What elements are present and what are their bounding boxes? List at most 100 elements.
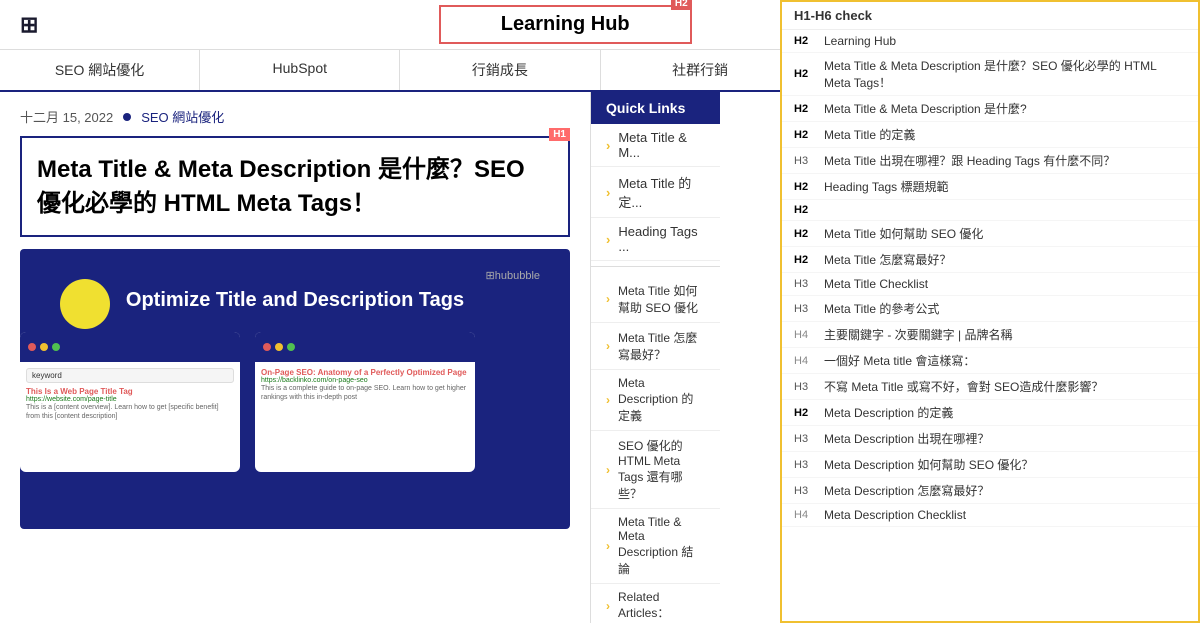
article-title: Meta Title & Meta Description 是什麼？SEO 優化… [37,153,553,220]
quick-link-arrow: › [606,138,610,153]
quick-links-header: Quick Links [591,92,720,124]
image-cards: keyword This Is a Web Page Title Tag htt… [20,332,570,472]
main-link-item[interactable]: › Meta Description 的定義 [591,370,720,431]
card-header-1 [20,332,240,362]
logo: ⊞ [20,12,38,38]
main-link-arrow: › [606,539,610,553]
nav-item[interactable]: HubSpot [200,50,400,90]
article-title-wrap: H1 Meta Title & Meta Description 是什麼？SEO… [20,136,570,237]
h-check-row: H3Meta Title 的參考公式 [782,296,1198,322]
h-tag: H3 [794,485,824,497]
main-link-text: Related Articles： [618,590,705,621]
card-dot2-yellow [275,343,283,351]
h-tag: H2 [794,228,824,240]
h-check-row: H4主要關鍵字 - 次要關鍵字 | 品牌名稱 [782,322,1198,348]
h-check-row: H2Heading Tags 標題規範 [782,174,1198,200]
h-text: Meta Title 的參考公式 [824,300,1186,317]
h-check-row: H3Meta Title 出現在哪裡？跟 Heading Tags 有什麼不同？ [782,148,1198,174]
h-check-row: H2Meta Title 怎麼寫最好？ [782,247,1198,273]
card-dot-red [28,343,36,351]
h-tag: H2 [794,181,824,193]
h-tag: H2 [794,204,824,216]
nav-item[interactable]: 行銷成長 [400,50,600,90]
quick-link-item[interactable]: › Meta Title 的定... [591,167,720,218]
h-check-rows: H2Learning HubH2Meta Title & Meta Descri… [782,30,1198,527]
main-link-text: Meta Title & Meta Description 結論 [618,515,705,577]
date-row: 十二月 15, 2022 SEO 網站優化 [20,107,570,126]
h-text: Meta Title 出現在哪裡？跟 Heading Tags 有什麼不同？ [824,152,1186,169]
main-link-item[interactable]: ›Meta Title 如何幫助 SEO 優化 [591,276,720,323]
main-link-arrow: › [606,599,610,613]
h-check-row: H3Meta Title Checklist [782,273,1198,296]
quick-link-arrow: › [606,185,610,200]
main-link-item[interactable]: ›Meta Title 怎麼寫最好？ [591,323,720,370]
quick-link-text: Heading Tags ... [618,224,705,254]
h-tag: H3 [794,433,824,445]
quick-link-arrow: › [606,232,610,247]
main-link-text: Meta Description 的定義 [618,376,705,424]
image-card-1: keyword This Is a Web Page Title Tag htt… [20,332,240,472]
h-text: Meta Title & Meta Description 是什麼? [824,100,1186,117]
main-link-text: Meta Title 如何幫助 SEO 優化 [618,282,705,316]
quick-link-items: ›Meta Title & M...›Meta Title 的定...›Head… [591,124,720,261]
h-text: Meta Description Checklist [824,508,1186,522]
h-check-row: H3Meta Description 出現在哪裡？ [782,426,1198,452]
quick-link-item[interactable]: ›Meta Title & M... [591,124,720,167]
h-text: Learning Hub [824,34,1186,48]
h-tag: H3 [794,459,824,471]
h-text: 不寫 Meta Title 或寫不好，會對 SEO造成什麼影響？ [824,378,1186,395]
card-title-1: This Is a Web Page Title Tag [26,387,234,396]
h2-badge-top: H2 [671,0,692,10]
h-check-row: H3Meta Description 怎麼寫最好？ [782,478,1198,504]
main-link-text: SEO 優化的 HTML Meta Tags 還有哪些？ [618,437,705,502]
h-tag: H4 [794,329,824,341]
dot-separator [123,113,131,121]
h-tag: H3 [794,381,824,393]
h-check-row: H3不寫 Meta Title 或寫不好，會對 SEO造成什麼影響？ [782,374,1198,400]
card-desc-2: This is a complete guide to on-page SEO.… [261,384,469,402]
quick-link-text: Meta Title 的定... [618,173,705,211]
h-check-row: H4一個好 Meta title 會這樣寫： [782,348,1198,374]
card-url-1: https://website.com/page-title [26,396,234,403]
image-circle [60,279,110,329]
nav-item[interactable]: SEO 網站優化 [0,50,200,90]
h-check-row: H2Meta Description 的定義 [782,400,1198,426]
h-tag: H3 [794,278,824,290]
h-text: Meta Description 的定義 [824,404,1186,421]
main-link-item[interactable]: › Related Articles： [591,584,720,623]
card-dot-yellow [40,343,48,351]
h-text: Meta Title & Meta Description 是什麼？SEO 優化… [824,57,1186,91]
h-check-row: H2Meta Title 如何幫助 SEO 優化 [782,221,1198,247]
h-check-row: H2Meta Title 的定義 [782,122,1198,148]
h-check-row: H3Meta Description 如何幫助 SEO 優化？ [782,452,1198,478]
image-logo: ⊞hububble [486,269,540,282]
content: 十二月 15, 2022 SEO 網站優化 H1 Meta Title & Me… [0,92,590,623]
card-dot2-red [263,343,271,351]
article-category: SEO 網站優化 [141,107,224,126]
card-dot-green [52,343,60,351]
h-tag: H3 [794,303,824,315]
h-text: Meta Title 怎麼寫最好？ [824,251,1186,268]
card-dot2-green [287,343,295,351]
main-link-item[interactable]: ›SEO 優化的 HTML Meta Tags 還有哪些？ [591,431,720,509]
card-title-2: On-Page SEO: Anatomy of a Perfectly Opti… [261,368,469,377]
h-text: Meta Description 出現在哪裡？ [824,430,1186,447]
h-tag: H2 [794,35,824,47]
quick-link-item[interactable]: › Heading Tags ... [591,218,720,261]
h-check-panel: H1-H6 check H2Learning HubH2Meta Title &… [780,0,1200,623]
main-link-item[interactable]: › Meta Title & Meta Description 結論 [591,509,720,584]
hub-title-text: Learning Hub [501,13,630,35]
h-text: Meta Title 的定義 [824,126,1186,143]
h-text: Meta Title Checklist [824,277,1186,291]
h-tag: H2 [794,407,824,419]
hub-title: Learning Hub H2 [439,5,692,44]
h-check-row: H4Meta Description Checklist [782,504,1198,527]
h-text: Meta Description 怎麼寫最好？ [824,482,1186,499]
h-check-row: H2 [782,200,1198,221]
h-text: 一個好 Meta title 會這樣寫： [824,352,1186,369]
main-link-arrow: › [606,393,610,407]
h-tag: H2 [794,129,824,141]
nav-item[interactable]: 社群行銷 [601,50,801,90]
article-date: 十二月 15, 2022 [20,107,113,126]
h-text: Meta Description 如何幫助 SEO 優化？ [824,456,1186,473]
